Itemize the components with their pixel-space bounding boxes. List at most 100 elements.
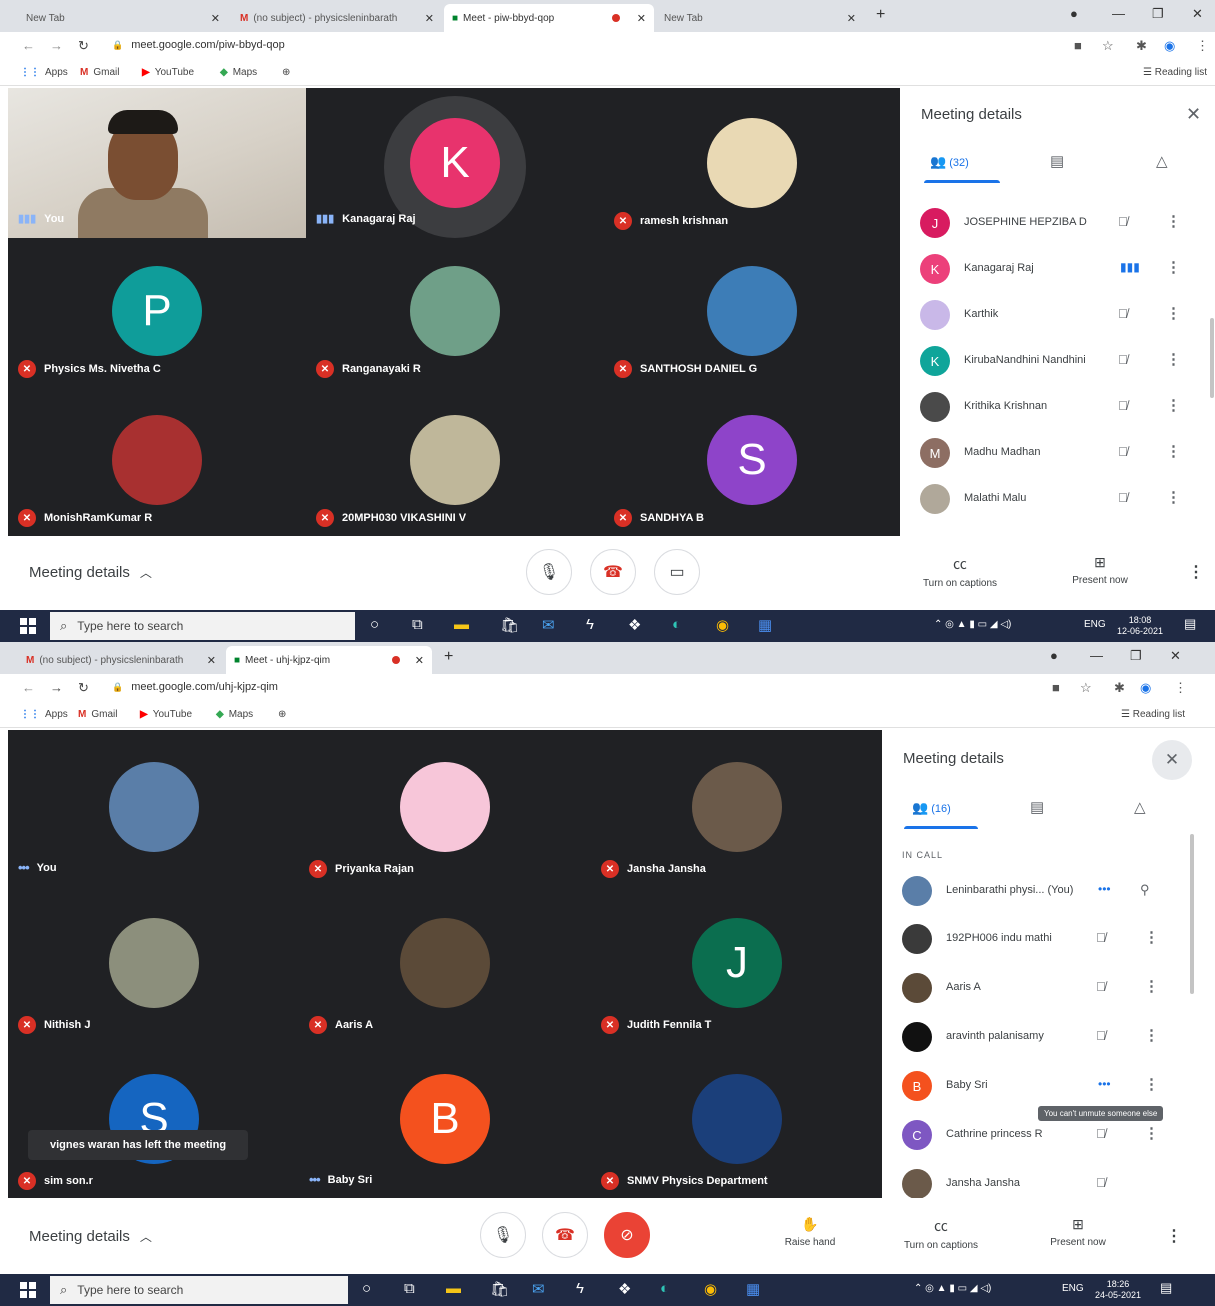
raise-hand-button[interactable]: ✋ Raise hand: [765, 1216, 855, 1248]
more-options-icon[interactable]: ⋮: [1188, 562, 1204, 582]
bookmark-apps[interactable]: ⋮⋮ Apps: [20, 67, 68, 78]
tab-gmail[interactable]: M (no subject) - physicsleninbarath ✕: [232, 4, 442, 32]
maximize-button[interactable]: ❐: [1130, 648, 1142, 664]
chrome-icon[interactable]: ◉: [704, 1280, 717, 1298]
new-tab-button[interactable]: +: [876, 6, 885, 24]
close-icon[interactable]: ✕: [847, 12, 856, 25]
close-window-button[interactable]: ✕: [1192, 6, 1203, 22]
leave-call-button[interactable]: ☎: [590, 549, 636, 595]
task-view-icon[interactable]: ⧉: [404, 1280, 415, 1297]
participant-tile[interactable]: ✕ Priyanka Rajan: [299, 730, 591, 886]
tab-gmail[interactable]: M (no subject) - physicsleninbarath ✕: [18, 646, 224, 674]
avatar[interactable]: ◉: [1140, 680, 1151, 696]
mail-icon[interactable]: ✉: [532, 1280, 545, 1298]
forward-icon[interactable]: →: [50, 38, 63, 53]
app-icon[interactable]: ϟ: [576, 1280, 584, 1297]
windows-start-icon[interactable]: [20, 618, 36, 634]
app-icon[interactable]: ϟ: [586, 616, 594, 633]
bookmark-youtube[interactable]: ▶ YouTube: [142, 67, 194, 78]
participant-tile[interactable]: ✕ Ranganayaki R: [306, 238, 604, 387]
task-view-icon[interactable]: ⧉: [412, 616, 423, 633]
microphone-button[interactable]: 🎙: [526, 549, 572, 595]
scrollbar[interactable]: [1190, 834, 1194, 994]
chat-icon[interactable]: ▤: [1030, 798, 1044, 816]
store-icon[interactable]: 🛍: [490, 1280, 509, 1298]
system-tray-icons[interactable]: ⌃ ◎ ▲ ▮ ▭ ◢ ◁): [934, 619, 1011, 630]
notifications-icon[interactable]: ▤: [1160, 1280, 1172, 1296]
taskbar-search[interactable]: ⌕ Type here to search: [50, 612, 355, 640]
meeting-details-button[interactable]: Meeting details ︿: [29, 1228, 152, 1245]
mic-off-icon[interactable]: 🎙̸: [1096, 1126, 1106, 1141]
camera-icon[interactable]: ■: [1074, 38, 1082, 53]
mic-off-icon[interactable]: 🎙̸: [1096, 979, 1106, 994]
language-indicator[interactable]: ENG: [1084, 619, 1106, 630]
menu-icon[interactable]: ⋮: [1196, 38, 1209, 54]
new-tab-button[interactable]: +: [444, 648, 453, 666]
system-tray-icons[interactable]: ⌃ ◎ ▲ ▮ ▭ ◢ ◁): [914, 1283, 991, 1294]
back-icon[interactable]: ←: [22, 680, 35, 695]
back-icon[interactable]: ←: [22, 38, 35, 53]
extensions-icon[interactable]: ✱: [1114, 680, 1125, 696]
more-options-icon[interactable]: ⋮: [1144, 1026, 1159, 1044]
taskbar-search[interactable]: ⌕ Type here to search: [50, 1276, 348, 1304]
dropbox-icon[interactable]: ❖: [618, 1280, 631, 1298]
microphone-button[interactable]: 🎙: [480, 1212, 526, 1258]
captions-button[interactable]: ㏄ Turn on captions: [896, 1216, 986, 1251]
clock[interactable]: 18:26 24-05-2021: [1090, 1279, 1146, 1301]
more-options-icon[interactable]: ⋮: [1166, 212, 1181, 230]
participant-tile[interactable]: S ✕ SANDHYA B: [604, 387, 900, 536]
globe-icon[interactable]: ⊕: [278, 709, 286, 720]
file-explorer-icon[interactable]: ▬: [454, 616, 469, 633]
edge-icon[interactable]: ◐: [672, 616, 681, 633]
present-now-button[interactable]: ⊞ Present now: [1033, 1216, 1123, 1248]
cortana-icon[interactable]: ○: [370, 616, 379, 633]
participant-tile[interactable]: B ••• Baby Sri: [299, 1042, 591, 1198]
tab-new-tab-1[interactable]: New Tab ✕: [18, 4, 228, 32]
more-options-icon[interactable]: ⋮: [1166, 350, 1181, 368]
mail-icon[interactable]: ✉: [542, 616, 555, 634]
close-icon[interactable]: ✕: [425, 12, 434, 25]
url-field[interactable]: 🔒 meet.google.com/uhj-kjpz-qim: [112, 681, 278, 693]
more-options-icon[interactable]: ⋮: [1166, 1226, 1182, 1246]
participant-tile[interactable]: ✕ 20MPH030 VIKASHINI V: [306, 387, 604, 536]
maximize-button[interactable]: ❐: [1152, 6, 1164, 22]
leave-call-button[interactable]: ☎: [542, 1212, 588, 1258]
participant-tile[interactable]: J ✕ Judith Fennila T: [591, 886, 882, 1042]
tab-people[interactable]: 👥 (16): [912, 800, 951, 816]
star-icon[interactable]: ☆: [1102, 38, 1114, 54]
activities-icon[interactable]: △: [1134, 798, 1146, 816]
mic-off-icon[interactable]: 🎙̸: [1096, 1028, 1106, 1043]
extensions-icon[interactable]: ✱: [1136, 38, 1147, 54]
tab-new-tab-2[interactable]: New Tab ✕: [656, 4, 864, 32]
reading-list[interactable]: ☰ Reading list: [1121, 709, 1185, 720]
mic-off-icon[interactable]: 🎙̸: [1118, 214, 1128, 229]
participant-tile[interactable]: ✕ SNMV Physics Department: [591, 1042, 882, 1198]
close-icon[interactable]: ✕: [415, 654, 424, 667]
bookmark-gmail[interactable]: M Gmail: [78, 709, 117, 720]
close-icon[interactable]: ✕: [207, 654, 216, 667]
tab-people[interactable]: 👥 (32): [930, 154, 969, 170]
reload-icon[interactable]: ↻: [78, 680, 89, 696]
present-now-button[interactable]: ⊞ Present now: [1055, 554, 1145, 586]
activities-icon[interactable]: △: [1156, 152, 1168, 170]
chat-icon[interactable]: ▤: [1050, 152, 1064, 170]
camera-off-button[interactable]: ⊘: [604, 1212, 650, 1258]
mic-off-icon[interactable]: 🎙̸: [1118, 490, 1128, 505]
profile-icon[interactable]: ●: [1050, 648, 1058, 663]
more-options-icon[interactable]: ⋮: [1144, 1075, 1159, 1093]
bookmark-maps[interactable]: ◆ Maps: [216, 709, 253, 720]
pin-icon[interactable]: ⚲: [1140, 882, 1150, 898]
participant-tile[interactable]: ✕ Aaris A: [299, 886, 591, 1042]
more-options-icon[interactable]: ⋮: [1144, 1124, 1159, 1142]
participant-tile[interactable]: S ✕ sim son.r: [8, 1042, 299, 1198]
dropbox-icon[interactable]: ❖: [628, 616, 641, 634]
bookmark-youtube[interactable]: ▶ YouTube: [140, 709, 192, 720]
bookmark-gmail[interactable]: M Gmail: [80, 67, 119, 78]
mic-off-icon[interactable]: 🎙̸: [1118, 352, 1128, 367]
star-icon[interactable]: ☆: [1080, 680, 1092, 696]
mic-off-icon[interactable]: 🎙̸: [1096, 1175, 1106, 1190]
more-options-icon[interactable]: ⋮: [1166, 488, 1181, 506]
participant-tile[interactable]: ✕ MonishRamKumar R: [8, 387, 306, 536]
more-options-icon[interactable]: ⋮: [1144, 928, 1159, 946]
reading-list[interactable]: ☰ Reading list: [1143, 67, 1207, 78]
